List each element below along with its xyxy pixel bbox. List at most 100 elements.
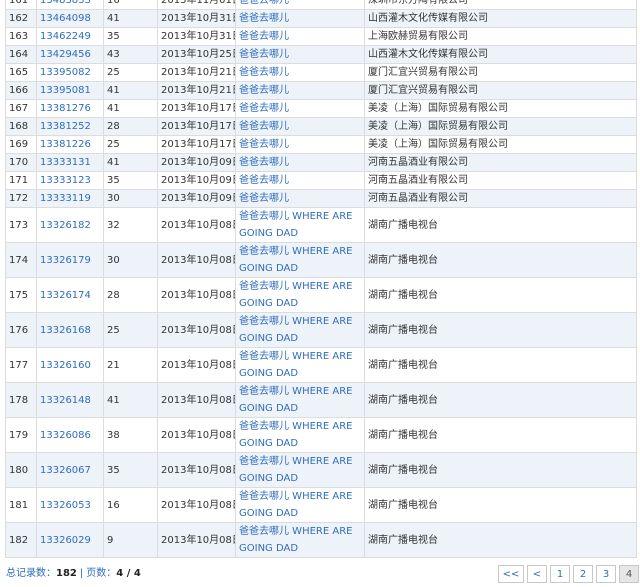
row-number: 163 xyxy=(5,27,37,46)
page-button-4[interactable]: 4 xyxy=(619,565,639,583)
class-number: 28 xyxy=(103,277,158,313)
class-number: 35 xyxy=(103,452,158,488)
registration-number-link[interactable]: 13381252 xyxy=(36,117,104,136)
applicant-name: 美凌（上海）国际贸易有限公司 xyxy=(364,117,637,136)
registration-number-link[interactable]: 13462249 xyxy=(36,27,104,46)
registration-number-link[interactable]: 13326160 xyxy=(36,347,104,383)
row-number: 165 xyxy=(5,63,37,82)
class-number: 21 xyxy=(103,347,158,383)
application-date: 2013年10月25日 xyxy=(157,45,236,64)
row-number: 176 xyxy=(5,312,37,348)
registration-number-link[interactable]: 13483833 xyxy=(36,0,104,10)
page-button-1[interactable]: 1 xyxy=(550,565,570,583)
trademark-name-link[interactable]: 爸爸去哪儿 xyxy=(235,0,365,10)
registration-number-link[interactable]: 13464098 xyxy=(36,9,104,28)
pagination: << < 1 2 3 4 xyxy=(498,565,639,583)
application-date: 2013年10月09日 xyxy=(157,171,236,190)
trademark-name-link[interactable]: 爸爸去哪儿 xyxy=(235,63,365,82)
trademark-name-link[interactable]: 爸爸去哪儿 WHERE ARE GOING DAD xyxy=(235,347,365,383)
registration-number-link[interactable]: 13326067 xyxy=(36,452,104,488)
applicant-name: 湖南广播电视台 xyxy=(364,242,637,278)
table-row: 178 13326148 41 2013年10月08日 爸爸去哪儿 WHERE ARE … xyxy=(5,382,637,418)
trademark-name-link[interactable]: 爸爸去哪儿 xyxy=(235,99,365,118)
table-row: 182 13326029 9 2013年10月08日 爸爸去哪儿 WHERE ARE G… xyxy=(5,522,637,558)
class-number: 28 xyxy=(103,117,158,136)
class-number: 32 xyxy=(103,207,158,243)
registration-number-link[interactable]: 13333119 xyxy=(36,189,104,208)
page-button-2[interactable]: 2 xyxy=(573,565,593,583)
trademark-name-link[interactable]: 爸爸去哪儿 WHERE ARE GOING DAD xyxy=(235,417,365,453)
applicant-name: 湖南广播电视台 xyxy=(364,382,637,418)
application-date: 2013年10月21日 xyxy=(157,81,236,100)
row-number: 172 xyxy=(5,189,37,208)
class-number: 16 xyxy=(103,487,158,523)
application-date: 2013年10月09日 xyxy=(157,153,236,172)
row-number: 164 xyxy=(5,45,37,64)
table-row: 180 13326067 35 2013年10月08日 爸爸去哪儿 WHERE ARE … xyxy=(5,452,637,488)
application-date: 2013年10月31日 xyxy=(157,27,236,46)
registration-number-link[interactable]: 13326053 xyxy=(36,487,104,523)
first-page-button[interactable]: << xyxy=(498,565,524,583)
registration-number-link[interactable]: 13326086 xyxy=(36,417,104,453)
class-number: 38 xyxy=(103,417,158,453)
table-row: 165 13395082 25 2013年10月21日 爸爸去哪儿 厦门汇宜兴贸易有限公司 xyxy=(5,63,637,82)
trademark-name-link[interactable]: 爸爸去哪儿 xyxy=(235,27,365,46)
trademark-name-link[interactable]: 爸爸去哪儿 WHERE ARE GOING DAD xyxy=(235,452,365,488)
registration-number-link[interactable]: 13333131 xyxy=(36,153,104,172)
application-date: 2013年10月09日 xyxy=(157,189,236,208)
table-row: 171 13333123 35 2013年10月09日 爸爸去哪儿 河南五晶酒业有限公司 xyxy=(5,171,637,190)
row-number: 177 xyxy=(5,347,37,383)
application-date: 2013年10月31日 xyxy=(157,9,236,28)
class-number: 30 xyxy=(103,189,158,208)
trademark-name-link[interactable]: 爸爸去哪儿 xyxy=(235,189,365,208)
class-number: 16 xyxy=(103,0,158,10)
prev-page-button[interactable]: < xyxy=(527,565,547,583)
trademark-name-link[interactable]: 爸爸去哪儿 xyxy=(235,135,365,154)
class-number: 25 xyxy=(103,312,158,348)
registration-number-link[interactable]: 13326182 xyxy=(36,207,104,243)
trademark-name-link[interactable]: 爸爸去哪儿 WHERE ARE GOING DAD xyxy=(235,487,365,523)
table-row: 179 13326086 38 2013年10月08日 爸爸去哪儿 WHERE ARE … xyxy=(5,417,637,453)
trademark-name-link[interactable]: 爸爸去哪儿 xyxy=(235,171,365,190)
registration-number-link[interactable]: 13326174 xyxy=(36,277,104,313)
table-row: 176 13326168 25 2013年10月08日 爸爸去哪儿 WHERE ARE … xyxy=(5,312,637,348)
trademark-name-link[interactable]: 爸爸去哪儿 WHERE ARE GOING DAD xyxy=(235,207,365,243)
trademark-name-link[interactable]: 爸爸去哪儿 WHERE ARE GOING DAD xyxy=(235,522,365,558)
registration-number-link[interactable]: 13429456 xyxy=(36,45,104,64)
applicant-name: 河南五晶酒业有限公司 xyxy=(364,189,637,208)
trademark-name-link[interactable]: 爸爸去哪儿 WHERE ARE GOING DAD xyxy=(235,382,365,418)
applicant-name: 湖南广播电视台 xyxy=(364,522,637,558)
row-number: 166 xyxy=(5,81,37,100)
table-row: 161 13483833 16 2013年11月01日 爸爸去哪儿 深圳市东方陶有限公司 xyxy=(5,0,637,10)
applicant-name: 湖南广播电视台 xyxy=(364,207,637,243)
class-number: 35 xyxy=(103,171,158,190)
registration-number-link[interactable]: 13381276 xyxy=(36,99,104,118)
table-row: 168 13381252 28 2013年10月17日 爸爸去哪儿 美凌（上海）国际贸易有… xyxy=(5,117,637,136)
trademark-name-link[interactable]: 爸爸去哪儿 xyxy=(235,81,365,100)
registration-number-link[interactable]: 13333123 xyxy=(36,171,104,190)
trademark-name-link[interactable]: 爸爸去哪儿 WHERE ARE GOING DAD xyxy=(235,242,365,278)
class-number: 30 xyxy=(103,242,158,278)
registration-number-link[interactable]: 13326168 xyxy=(36,312,104,348)
registration-number-link[interactable]: 13381226 xyxy=(36,135,104,154)
trademark-name-link[interactable]: 爸爸去哪儿 xyxy=(235,45,365,64)
class-number: 41 xyxy=(103,99,158,118)
row-number: 162 xyxy=(5,9,37,28)
registration-number-link[interactable]: 13395081 xyxy=(36,81,104,100)
applicant-name: 湖南广播电视台 xyxy=(364,347,637,383)
application-date: 2013年10月08日 xyxy=(157,452,236,488)
applicant-name: 山西灌木文化传媒有限公司 xyxy=(364,45,637,64)
trademark-name-link[interactable]: 爸爸去哪儿 xyxy=(235,153,365,172)
registration-number-link[interactable]: 13395082 xyxy=(36,63,104,82)
applicant-name: 河南五晶酒业有限公司 xyxy=(364,171,637,190)
registration-number-link[interactable]: 13326029 xyxy=(36,522,104,558)
registration-number-link[interactable]: 13326179 xyxy=(36,242,104,278)
trademark-name-link[interactable]: 爸爸去哪儿 WHERE ARE GOING DAD xyxy=(235,312,365,348)
trademark-name-link[interactable]: 爸爸去哪儿 WHERE ARE GOING DAD xyxy=(235,277,365,313)
trademark-table: 161 13483833 16 2013年11月01日 爸爸去哪儿 深圳市东方陶有限公司 1… xyxy=(5,0,637,558)
page-button-3[interactable]: 3 xyxy=(596,565,616,583)
row-number: 179 xyxy=(5,417,37,453)
trademark-name-link[interactable]: 爸爸去哪儿 xyxy=(235,117,365,136)
registration-number-link[interactable]: 13326148 xyxy=(36,382,104,418)
trademark-name-link[interactable]: 爸爸去哪儿 xyxy=(235,9,365,28)
